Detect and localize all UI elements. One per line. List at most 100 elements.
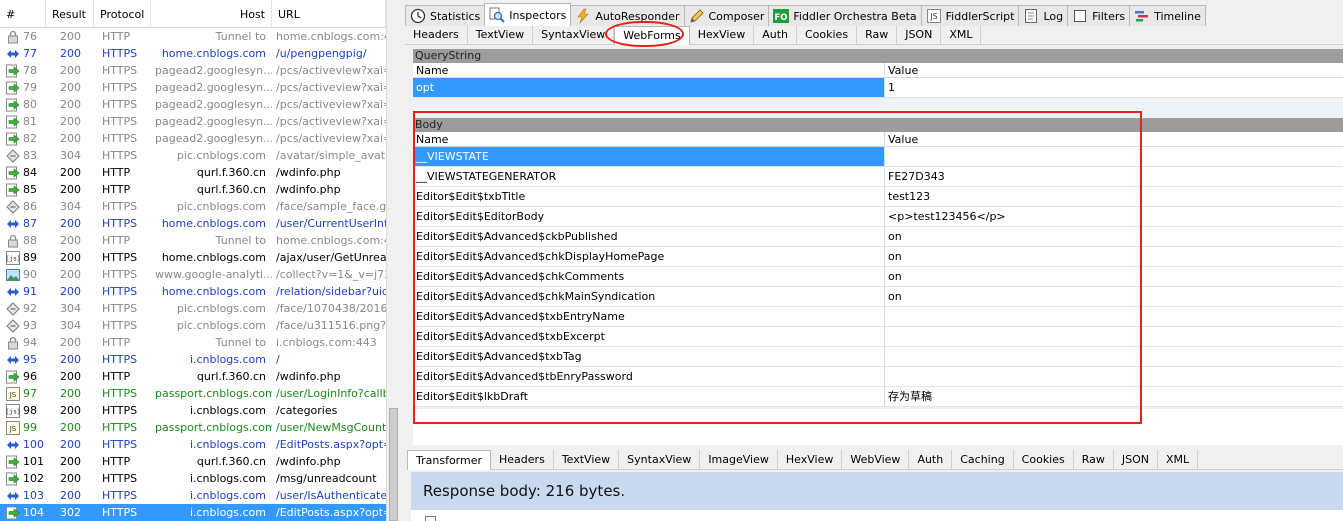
session-row[interactable]: 95 200 HTTPS i.cnblogs.com / (0, 351, 386, 368)
session-row[interactable]: {js}98 200 HTTPS i.cnblogs.com/categories (0, 402, 386, 419)
request-tab-webforms[interactable]: WebForms (614, 26, 690, 45)
session-row[interactable]: JS 99 200 HTTPS passport.cnblogs.com/user/Ne… (0, 419, 386, 436)
session-host: qurl.f.360.cn (196, 183, 266, 196)
session-row[interactable]: 94 200 HTTP Tunnel to i.cnblogs.com:443 (0, 334, 386, 351)
response-tab-cookies[interactable]: Cookies (1014, 450, 1074, 470)
session-protocol: HTTPS (102, 47, 138, 60)
tab-fiddler-orchestra-beta[interactable]: FO Fiddler Orchestra Beta (768, 5, 922, 26)
querystring-col-name[interactable]: Name (413, 63, 885, 77)
tab-autoresponder[interactable]: AutoResponder (570, 5, 685, 26)
body-row[interactable]: Editor$Edit$Advanced$chkMainSyndication o… (413, 287, 1343, 307)
session-list-scrollbar[interactable] (386, 0, 399, 521)
response-tab-headers[interactable]: Headers (491, 450, 554, 470)
request-tab-syntaxview[interactable]: SyntaxView (533, 26, 615, 45)
session-row[interactable]: 102 200 HTTPS i.cnblogs.com/msg/unreadcount (0, 470, 386, 487)
session-list[interactable]: # Result Protocol Host URL 76 200 HTTP Tunn… (0, 0, 399, 521)
body-row[interactable]: Editor$Edit$Advanced$txbEntryName (413, 307, 1343, 327)
response-tab-textview[interactable]: TextView (554, 450, 620, 470)
session-row[interactable]: 83 304 HTTPS pic.cnblogs.com/avatar/simple_… (0, 147, 386, 164)
response-tab-caching[interactable]: Caching (952, 450, 1014, 470)
session-row[interactable]: 100 200 HTTPS i.cnblogs.com/EditPosts.aspx?… (0, 436, 386, 453)
session-row[interactable]: 85 200 HTTP qurl.f.360.cn/wdinfo.php (0, 181, 386, 198)
session-row[interactable]: 84 200 HTTP qurl.f.360.cn/wdinfo.php (0, 164, 386, 181)
response-tab-imageview[interactable]: ImageView (700, 450, 778, 470)
col-header-host[interactable]: Host (151, 0, 272, 28)
request-tab-headers[interactable]: Headers (405, 26, 468, 45)
pencil-icon (689, 8, 705, 24)
body-row[interactable]: __VIEWSTATE (413, 147, 1343, 167)
tab-composer[interactable]: Composer (683, 5, 770, 26)
arrow-right-icon (6, 370, 20, 384)
session-row[interactable]: 104 302 HTTPS i.cnblogs.com/EditPosts.aspx?… (0, 504, 386, 521)
body-row[interactable]: Editor$Edit$Advanced$chkDisplayHomePage o… (413, 247, 1343, 267)
tab-log[interactable]: Log (1018, 5, 1069, 26)
body-row[interactable]: Editor$Edit$EditorBody <p>test123456</p> (413, 207, 1343, 227)
response-option-checkbox[interactable] (425, 516, 436, 521)
response-tab-json[interactable]: JSON (1114, 450, 1159, 470)
request-tab-textview[interactable]: TextView (468, 26, 534, 45)
col-header-url[interactable]: URL (272, 0, 386, 28)
body-col-name[interactable]: Name (413, 132, 885, 146)
body-row[interactable]: Editor$Edit$Advanced$tbEnryPassword (413, 367, 1343, 387)
response-tab-auth[interactable]: Auth (909, 450, 953, 470)
body-row[interactable]: Editor$Edit$lkbDraft 存为草稿 (413, 387, 1343, 407)
request-tab-cookies[interactable]: Cookies (797, 26, 858, 45)
session-row[interactable]: 92 304 HTTPS pic.cnblogs.com/face/1070438/2… (0, 300, 386, 317)
col-header-result[interactable]: Result (46, 0, 94, 28)
request-tab-raw[interactable]: Raw (857, 26, 898, 45)
response-body-size: Response body: 216 bytes. (411, 472, 1343, 510)
request-tab-xml[interactable]: XML (941, 26, 982, 45)
querystring-row[interactable]: opt 1 (413, 78, 1343, 98)
response-tab-webview[interactable]: WebView (842, 450, 910, 470)
body-col-value[interactable]: Value (885, 132, 1343, 146)
col-header-protocol[interactable]: Protocol (94, 0, 151, 28)
response-tab-transformer[interactable]: Transformer (407, 450, 492, 470)
body-row[interactable]: Editor$Edit$Advanced$chkComments on (413, 267, 1343, 287)
session-row[interactable]: {js}89 200 HTTPS home.cnblogs.com/ajax/user… (0, 249, 386, 266)
session-row[interactable]: 82 200 HTTPS pagead2.googlesyn... /pcs/activ… (0, 130, 386, 147)
response-tab-hexview[interactable]: HexView (778, 450, 843, 470)
session-row[interactable]: 77 200 HTTPS home.cnblogs.com/u/pengpengpig… (0, 45, 386, 62)
response-tab-raw[interactable]: Raw (1074, 450, 1114, 470)
scrollbar-thumb[interactable] (389, 408, 398, 521)
response-tab-xml[interactable]: XML (1158, 450, 1199, 470)
tab-fiddlerscript[interactable]: JS FiddlerScript (920, 5, 1020, 26)
session-number: 78 (23, 64, 37, 77)
body-row[interactable]: Editor$Edit$Advanced$ckbPublished on (413, 227, 1343, 247)
field-name: Editor$Edit$Advanced$ckbPublished (413, 227, 885, 246)
tab-inspectors[interactable]: Inspectors (484, 3, 572, 26)
session-row[interactable]: 80 200 HTTPS pagead2.googlesyn... /pcs/activ… (0, 96, 386, 113)
body-row[interactable]: Editor$Edit$Advanced$txbTag (413, 347, 1343, 367)
tab-timeline[interactable]: Timeline (1129, 5, 1206, 26)
session-row[interactable]: 96 200 HTTP qurl.f.360.cn/wdinfo.php (0, 368, 386, 385)
session-host: i.cnblogs.com (189, 472, 266, 485)
request-tab-auth[interactable]: Auth (754, 26, 797, 45)
tab-filters[interactable]: Filters (1067, 5, 1131, 26)
request-tab-json[interactable]: JSON (897, 26, 942, 45)
session-row[interactable]: 78 200 HTTPS pagead2.googlesyn... /pcs/activ… (0, 62, 386, 79)
tab-label: FiddlerScript (945, 9, 1015, 23)
response-tab-syntaxview[interactable]: SyntaxView (619, 450, 701, 470)
session-row[interactable]: 103 200 HTTPS i.cnblogs.com/user/IsAuthenti… (0, 487, 386, 504)
body-row[interactable]: Editor$Edit$Advanced$txbExcerpt (413, 327, 1343, 347)
session-url: /user/NewMsgCount?c (276, 421, 386, 434)
session-row[interactable]: 87 200 HTTPS home.cnblogs.com/user/CurrentU… (0, 215, 386, 232)
body-row[interactable]: Editor$Edit$txbTitle test123 (413, 187, 1343, 207)
tab-statistics[interactable]: Statistics (405, 5, 486, 26)
session-host: pic.cnblogs.com (176, 319, 266, 332)
querystring-col-value[interactable]: Value (885, 63, 1343, 77)
session-row[interactable]: 91 200 HTTPS home.cnblogs.com/relation/side… (0, 283, 386, 300)
field-name: __VIEWSTATE (413, 147, 885, 166)
session-row[interactable]: 101 200 HTTP qurl.f.360.cn/wdinfo.php (0, 453, 386, 470)
session-row[interactable]: 90 200 HTTPS www.google-analyti... /collect?… (0, 266, 386, 283)
session-row[interactable]: 93 304 HTTPS pic.cnblogs.com/face/u311516.p… (0, 317, 386, 334)
session-row[interactable]: 81 200 HTTPS pagead2.googlesyn... /pcs/activ… (0, 113, 386, 130)
session-row[interactable]: 86 304 HTTPS pic.cnblogs.com/face/sample_fa… (0, 198, 386, 215)
session-row[interactable]: JS 97 200 HTTPS passport.cnblogs.com/user/Lo… (0, 385, 386, 402)
session-row[interactable]: 76 200 HTTP Tunnel to home.cnblogs.com:44 (0, 28, 386, 45)
col-header-number[interactable]: # (0, 0, 46, 28)
session-row[interactable]: 79 200 HTTPS pagead2.googlesyn... /pcs/activ… (0, 79, 386, 96)
body-row[interactable]: __VIEWSTATEGENERATOR FE27D343 (413, 167, 1343, 187)
session-row[interactable]: 88 200 HTTP Tunnel to home.cnblogs.com:44 (0, 232, 386, 249)
request-tab-hexview[interactable]: HexView (690, 26, 755, 45)
